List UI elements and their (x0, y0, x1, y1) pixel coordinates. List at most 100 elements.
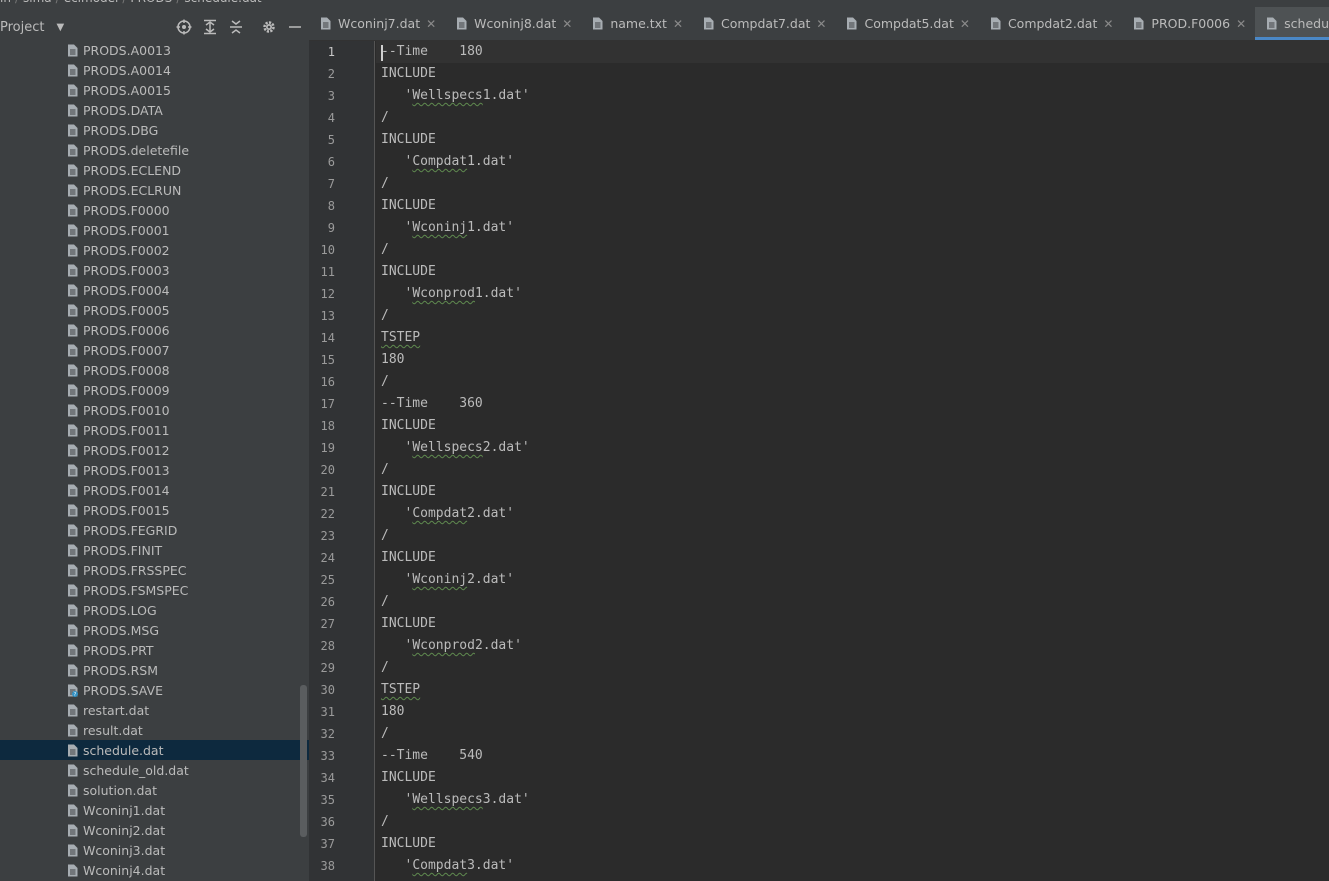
code-line[interactable]: 'Wellspecs3.dat' (381, 789, 529, 811)
tree-item[interactable]: Wconinj3.dat (0, 840, 309, 860)
tree-item[interactable]: PRODS.F0014 (0, 480, 309, 500)
breadcrumb-item[interactable]: eclmodel (64, 0, 119, 5)
tree-item[interactable]: PRODS.F0013 (0, 460, 309, 480)
code-line[interactable]: INCLUDE (381, 261, 436, 283)
code-line[interactable]: 'Wconinj2.dat' (381, 569, 514, 591)
tree-item[interactable]: PRODS.deletefile (0, 140, 309, 160)
tree-item[interactable]: PRODS.MSG (0, 620, 309, 640)
breadcrumb-item[interactable]: in (0, 0, 11, 5)
tree-item[interactable]: PRODS.FEGRID (0, 520, 309, 540)
crosshair-icon[interactable] (176, 19, 192, 35)
tree-item[interactable]: PRODS.LOG (0, 600, 309, 620)
close-icon[interactable]: ✕ (1236, 17, 1246, 31)
tree-item[interactable]: schedule.dat (0, 740, 309, 760)
close-icon[interactable]: ✕ (426, 17, 436, 31)
editor-tab[interactable]: PROD.F0006 ✕ (1122, 7, 1255, 40)
code-line[interactable]: 'Wconinj1.dat' (381, 217, 514, 239)
tree-item[interactable]: PRODS.F0004 (0, 280, 309, 300)
tree-item[interactable]: restart.dat (0, 700, 309, 720)
tree-item[interactable]: PRODS.F0008 (0, 360, 309, 380)
editor-tab[interactable]: Compdat5.dat ✕ (835, 7, 978, 40)
code-line[interactable]: / (381, 657, 389, 679)
code-line[interactable]: 'Wellspecs2.dat' (381, 437, 529, 459)
code-line[interactable]: 'Compdat1.dat' (381, 151, 514, 173)
project-view-selector[interactable]: Project (0, 20, 44, 35)
code-line[interactable]: INCLUDE (381, 415, 436, 437)
tree-item[interactable]: PRODS.F0000 (0, 200, 309, 220)
code-line[interactable]: 'Compdat3.dat' (381, 855, 514, 877)
close-icon[interactable]: ✕ (562, 17, 572, 31)
tree-item[interactable]: PRODS.A0014 (0, 60, 309, 80)
gear-icon[interactable] (261, 19, 277, 35)
tree-item[interactable]: PRODS.ECLEND (0, 160, 309, 180)
tree-item[interactable]: solution.dat (0, 780, 309, 800)
breadcrumb-item[interactable]: schedule.dat (184, 0, 261, 5)
editor-tab[interactable]: schedule.dat✕ (1255, 7, 1329, 40)
tree-item[interactable]: result.dat (0, 720, 309, 740)
tree-item[interactable]: PRODS.F0006 (0, 320, 309, 340)
code-line[interactable]: / (381, 173, 389, 195)
editor-tab[interactable]: name.txt ✕ (581, 7, 692, 40)
code-line[interactable]: INCLUDE (381, 833, 436, 855)
tree-item[interactable]: PRODS.ECLRUN (0, 180, 309, 200)
code-line[interactable]: 'Wconprod1.dat' (381, 283, 521, 305)
tree-item[interactable]: PRODS.F0010 (0, 400, 309, 420)
code-line[interactable]: --Time 540 (381, 745, 483, 767)
code-line[interactable]: / (381, 811, 389, 833)
code-line[interactable]: INCLUDE (381, 481, 436, 503)
code-line[interactable]: --Time 180 (381, 41, 483, 63)
breadcrumb-item[interactable]: PRODS (130, 0, 172, 5)
tree-item[interactable]: PRODS.F0007 (0, 340, 309, 360)
tree-item[interactable]: PRODS.F0003 (0, 260, 309, 280)
minimize-icon[interactable] (287, 19, 303, 35)
code-line[interactable]: INCLUDE (381, 129, 436, 151)
tree-item[interactable]: PRODS.DATA (0, 100, 309, 120)
tree-item[interactable]: PRODS.RSM (0, 660, 309, 680)
code-line[interactable]: / (381, 591, 389, 613)
chevron-down-icon[interactable]: ▼ (56, 22, 64, 33)
code-line[interactable]: TSTEP (381, 327, 420, 349)
editor-tab[interactable]: Wconinj8.dat ✕ (445, 7, 581, 40)
code-line[interactable]: 180 (381, 701, 404, 723)
code-line[interactable]: INCLUDE (381, 547, 436, 569)
editor-tab[interactable]: Compdat2.dat ✕ (979, 7, 1122, 40)
tree-item[interactable]: Wconinj4.dat (0, 860, 309, 880)
close-icon[interactable]: ✕ (1103, 17, 1113, 31)
code-line[interactable]: INCLUDE (381, 767, 436, 789)
code-line[interactable]: / (381, 525, 389, 547)
tree-item[interactable]: PRODS.DBG (0, 120, 309, 140)
close-icon[interactable]: ✕ (673, 17, 683, 31)
tree-item[interactable]: Wconinj1.dat (0, 800, 309, 820)
expand-all-icon[interactable] (202, 19, 218, 35)
tree-item[interactable]: PRODS.F0011 (0, 420, 309, 440)
code-line[interactable]: INCLUDE (381, 195, 436, 217)
tree-item[interactable]: PRODS.FSMSPEC (0, 580, 309, 600)
code-line[interactable]: 'Wconprod2.dat' (381, 635, 521, 657)
tree-item[interactable]: PRODS.A0015 (0, 80, 309, 100)
tree-item[interactable]: PRODS.F0015 (0, 500, 309, 520)
tree-item[interactable]: PRODS.F0012 (0, 440, 309, 460)
code-editor[interactable]: 1 2 3 4 5 6 7 8 9 10 11 12 13 14 15 16 17 18 19 20 21 22 23 24 2… (309, 41, 1329, 881)
code-line[interactable]: TSTEP (381, 679, 420, 701)
tree-item[interactable]: schedule_old.dat (0, 760, 309, 780)
code-line[interactable]: / (381, 107, 389, 129)
close-icon[interactable]: ✕ (960, 17, 970, 31)
tree-scrollbar[interactable] (300, 685, 307, 837)
close-icon[interactable]: ✕ (816, 17, 826, 31)
code-line[interactable]: / (381, 371, 389, 393)
tree-item[interactable]: PRODS.FRSSPEC (0, 560, 309, 580)
code-line[interactable]: 'Compdat2.dat' (381, 503, 514, 525)
tree-item[interactable]: PRODS.PRT (0, 640, 309, 660)
tree-item[interactable]: PRODS.F0001 (0, 220, 309, 240)
code-line[interactable]: / (381, 305, 389, 327)
tree-item[interactable]: Wconinj2.dat (0, 820, 309, 840)
code-line[interactable]: INCLUDE (381, 63, 436, 85)
tree-item[interactable]: PRODS.F0005 (0, 300, 309, 320)
code-line[interactable]: / (381, 239, 389, 261)
collapse-all-icon[interactable] (228, 19, 244, 35)
code-line[interactable]: 'Wellspecs1.dat' (381, 85, 529, 107)
editor-tab[interactable]: Wconinj7.dat ✕ (309, 7, 445, 40)
tree-item[interactable]: ? PRODS.SAVE (0, 680, 309, 700)
code-line[interactable]: / (381, 459, 389, 481)
breadcrumb-item[interactable]: sima (23, 0, 52, 5)
